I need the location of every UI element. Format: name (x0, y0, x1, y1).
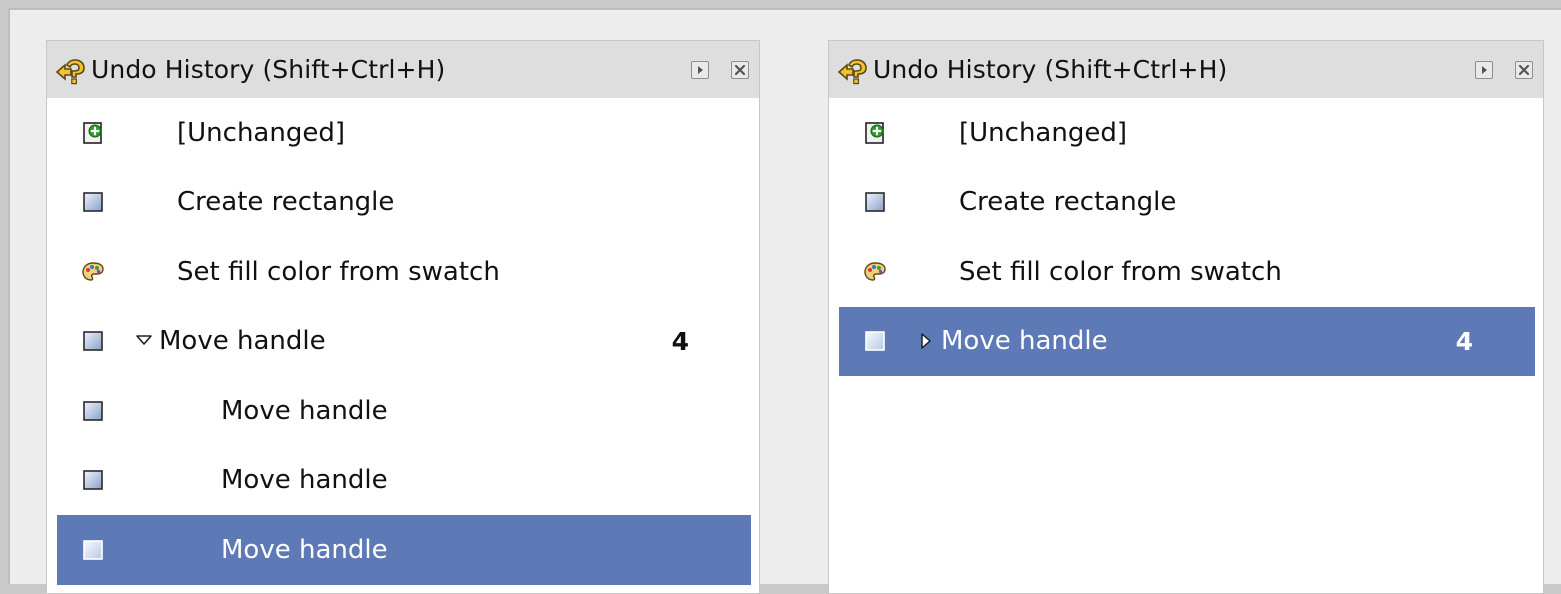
expand-panel-icon (698, 65, 703, 74)
close-panel-button[interactable] (731, 60, 749, 79)
undo-history-list[interactable]: [Unchanged] Create rectangle Set fill co… (46, 98, 760, 594)
history-item-move-handle-child[interactable]: Move handle (57, 376, 751, 446)
rectangle-icon (865, 331, 885, 352)
palette-icon (82, 262, 104, 281)
history-item-label: Move handle (221, 465, 388, 496)
history-item-label: Move handle (221, 395, 388, 426)
history-item-label: Create rectangle (177, 187, 395, 218)
undo-history-icon (837, 58, 867, 84)
close-panel-button[interactable] (1515, 60, 1533, 79)
history-item-label: Move handle (159, 326, 326, 357)
history-item-label: Set fill color from swatch (959, 256, 1282, 287)
document-new-icon (865, 121, 884, 144)
expand-panel-button[interactable] (691, 60, 709, 79)
rectangle-icon (83, 470, 103, 491)
history-group-move-handle[interactable]: Move handle 4 (57, 307, 751, 377)
history-item-label: [Unchanged] (177, 117, 345, 148)
expand-toggle[interactable] (131, 328, 157, 354)
history-item-label: Create rectangle (959, 187, 1177, 218)
undo-history-icon (55, 58, 85, 84)
history-item-create-rectangle[interactable]: Create rectangle (57, 168, 751, 238)
expand-panel-button[interactable] (1475, 60, 1493, 79)
history-item-create-rectangle[interactable]: Create rectangle (839, 168, 1535, 238)
history-count-badge: 4 (671, 326, 689, 356)
panel-title-buttons (691, 60, 749, 79)
history-item-label: Set fill color from swatch (177, 256, 500, 287)
history-item-label: Move handle (941, 326, 1108, 357)
palette-icon (864, 262, 886, 281)
history-item-set-fill[interactable]: Set fill color from swatch (57, 237, 751, 307)
rectangle-icon (83, 400, 103, 421)
panel-title: Undo History (Shift+Ctrl+H) (91, 55, 446, 84)
panel-title-buttons (1475, 60, 1533, 79)
history-item-move-handle-child-selected[interactable]: Move handle (57, 515, 751, 585)
undo-history-list[interactable]: [Unchanged] Create rectangle Set fill co… (828, 98, 1544, 594)
history-item-set-fill[interactable]: Set fill color from swatch (839, 237, 1535, 307)
history-item-unchanged[interactable]: [Unchanged] (57, 98, 751, 168)
expand-panel-icon (1482, 65, 1487, 74)
rectangle-icon (83, 331, 103, 352)
close-panel-icon (734, 64, 746, 75)
document-new-icon (83, 121, 102, 144)
undo-history-panel-left: Undo History (Shift+Ctrl+H) [Unchanged] … (46, 40, 760, 594)
rectangle-icon (83, 539, 103, 560)
history-group-move-handle-selected[interactable]: Move handle 4 (839, 306, 1535, 376)
panel-title: Undo History (Shift+Ctrl+H) (873, 55, 1228, 84)
app-window: Undo History (Shift+Ctrl+H) [Unchanged] … (8, 8, 1561, 594)
close-panel-icon (1518, 64, 1530, 75)
history-item-unchanged[interactable]: [Unchanged] (839, 98, 1535, 168)
expand-toggle[interactable] (913, 328, 939, 354)
rectangle-icon (865, 192, 885, 213)
history-item-label: [Unchanged] (959, 117, 1127, 148)
chevron-right-icon (921, 333, 931, 349)
panel-titlebar[interactable]: Undo History (Shift+Ctrl+H) (828, 40, 1544, 98)
history-count-badge: 4 (1455, 326, 1473, 356)
undo-history-panel-right: Undo History (Shift+Ctrl+H) [Unchanged] … (828, 40, 1544, 594)
rectangle-icon (83, 192, 103, 213)
history-item-label: Move handle (221, 534, 388, 565)
chevron-down-icon (136, 335, 152, 346)
panel-titlebar[interactable]: Undo History (Shift+Ctrl+H) (46, 40, 760, 98)
history-item-move-handle-child[interactable]: Move handle (57, 446, 751, 516)
